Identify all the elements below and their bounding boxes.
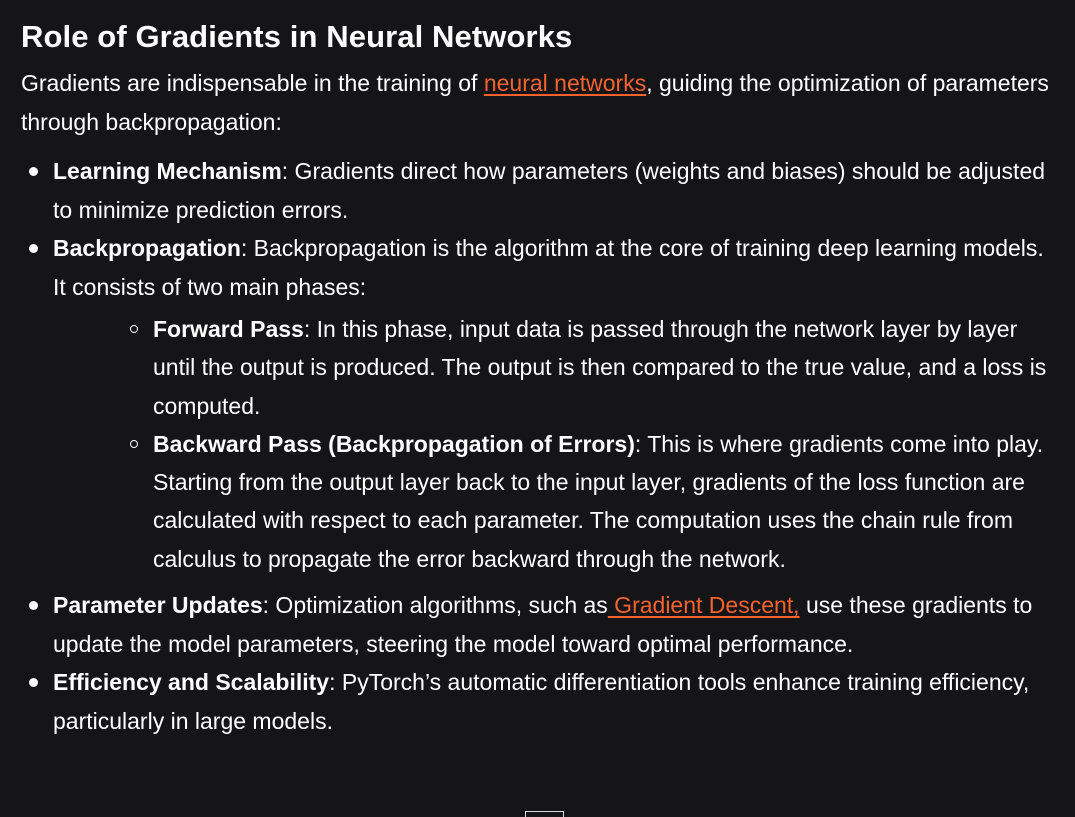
subitem-term: Forward Pass <box>153 316 304 342</box>
bullet-dot <box>29 678 38 688</box>
sublist-item-forward-pass: Forward Pass: In this phase, input data … <box>53 310 1061 425</box>
bullet-dot <box>29 167 38 176</box>
list-item-efficiency-scalability: Efficiency and Scalability: PyTorch’s au… <box>21 663 1061 740</box>
list-item-parameter-updates: Parameter Updates: Optimization algorith… <box>21 586 1061 663</box>
item-term: Backpropagation <box>53 235 241 261</box>
intro-text-before: Gradients are indispensable in the train… <box>21 70 484 96</box>
bullet-circle <box>130 439 138 448</box>
article-section: Role of Gradients in Neural Networks Gra… <box>21 14 1061 740</box>
item-term: Parameter Updates <box>53 592 263 619</box>
list-item-learning-mechanism: Learning Mechanism: Gradients direct how… <box>21 152 1061 229</box>
item-text-before: : Optimization algorithms, such as <box>262 592 608 619</box>
neural-networks-link[interactable]: neural networks <box>484 70 646 96</box>
bullet-dot <box>29 601 38 611</box>
sublist-item-backward-pass: Backward Pass (Backpropagation of Errors… <box>53 425 1061 578</box>
bullet-circle <box>130 325 138 333</box>
section-heading: Role of Gradients in Neural Networks <box>21 19 573 54</box>
backprop-phases-list: Forward Pass: In this phase, input data … <box>53 310 1061 578</box>
item-term: Efficiency and Scalability <box>53 669 330 696</box>
subitem-term: Backward Pass (Backpropagation of Errors… <box>153 430 635 457</box>
list-item-backpropagation: Backpropagation: Backpropagation is the … <box>21 229 1061 578</box>
item-term: Learning Mechanism <box>53 158 282 184</box>
gradient-descent-link[interactable]: Gradient Descent, <box>608 592 799 618</box>
partial-element-box <box>525 811 564 817</box>
gradient-roles-list: Learning Mechanism: Gradients direct how… <box>21 152 1061 740</box>
intro-paragraph: Gradients are indispensable in the train… <box>21 64 1061 142</box>
bullet-dot <box>29 244 38 253</box>
